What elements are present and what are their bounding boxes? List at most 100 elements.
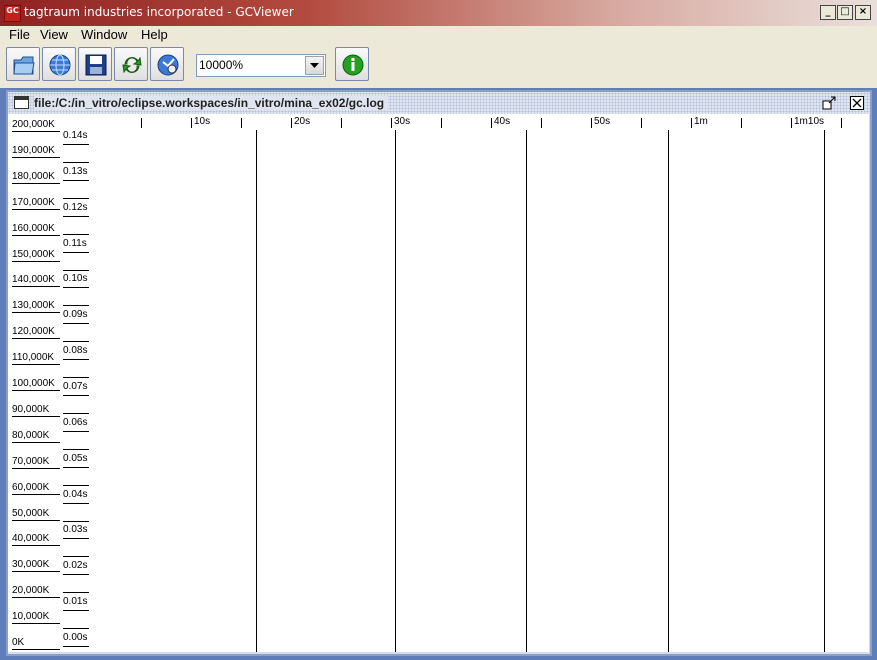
memory-tick	[12, 441, 60, 443]
pause-tick	[63, 610, 89, 612]
menu-window[interactable]: Window	[81, 27, 127, 42]
pause-tick	[63, 538, 89, 540]
internal-frame-title-bar[interactable]: file:/C:/in_vitro/eclipse.workspaces/in_…	[8, 92, 870, 114]
time-tick	[691, 118, 692, 128]
memory-tick-label: 60,000K	[12, 481, 50, 493]
chevron-down-icon	[310, 63, 319, 68]
menu-bar: File View Window Help	[0, 26, 877, 44]
pause-minor-tick	[63, 341, 89, 343]
watch-button[interactable]	[150, 47, 184, 81]
memory-tick	[12, 597, 60, 599]
gcviewer-app-icon[interactable]: GC	[4, 5, 21, 22]
memory-tick-label: 120,000K	[12, 326, 55, 338]
refresh-button[interactable]	[114, 47, 148, 81]
memory-tick-label: 140,000K	[12, 274, 55, 286]
info-icon	[342, 54, 364, 76]
zoom-dropdown-button[interactable]	[305, 56, 324, 75]
memory-axis: 200,000K 190,000K 180,000K 170,000K 160,000K…	[8, 114, 61, 652]
memory-tick-label: 130,000K	[12, 300, 55, 312]
menu-view[interactable]: View	[40, 27, 68, 42]
time-tick-label: 10s	[194, 116, 211, 127]
time-ruler: 10s 20s 30s 40s 50s 1m 1m10s	[91, 114, 869, 131]
pause-tick-label: 0.02s	[63, 560, 88, 572]
close-frame-icon[interactable]	[850, 96, 864, 110]
time-minor-tick	[141, 118, 142, 128]
pause-tick	[63, 251, 89, 253]
pause-minor-tick	[63, 197, 89, 199]
pause-tick-label: 0.00s	[63, 632, 88, 643]
memory-tick-label: 70,000K	[12, 455, 50, 467]
pause-tick	[63, 215, 89, 217]
time-tick-label: 50s	[594, 116, 611, 127]
restore-icon[interactable]	[822, 96, 836, 110]
close-icon: ×	[858, 6, 868, 17]
pause-tick-label: 0.03s	[63, 524, 88, 536]
time-tick	[391, 118, 392, 128]
pause-tick	[63, 430, 89, 432]
close-button[interactable]: ×	[855, 5, 871, 20]
memory-tick	[12, 312, 60, 314]
window-title: tagtraum industries incorporated - GCVie…	[24, 5, 294, 19]
save-button[interactable]	[78, 47, 112, 81]
memory-tick	[12, 571, 60, 573]
pause-tick-label: 0.07s	[63, 381, 88, 392]
memory-tick-label: 0K	[12, 637, 25, 648]
menu-file[interactable]: File	[9, 27, 30, 42]
time-tick	[291, 118, 292, 128]
full-gc-line	[668, 130, 669, 652]
pause-minor-tick	[63, 233, 89, 235]
pause-tick	[63, 323, 89, 325]
pause-tick	[63, 646, 89, 647]
pause-tick-label: 0.04s	[63, 488, 88, 500]
open-file-button[interactable]	[6, 47, 40, 81]
memory-tick	[12, 415, 60, 417]
menu-help[interactable]: Help	[141, 27, 168, 42]
time-tick-label: 40s	[494, 116, 511, 127]
zoom-value[interactable]: 10000%	[199, 58, 243, 72]
open-url-button[interactable]	[42, 47, 76, 81]
open-icon	[13, 56, 35, 75]
pause-minor-tick	[63, 377, 89, 379]
pause-tick	[63, 287, 89, 289]
pause-minor-tick	[63, 269, 89, 271]
gc-chart[interactable]: 200,000K 190,000K 180,000K 170,000K 160,000K…	[8, 114, 870, 652]
memory-tick	[12, 156, 60, 158]
plot-area[interactable]	[91, 130, 869, 652]
memory-tick-label: 80,000K	[12, 429, 50, 441]
memory-tick-label: 160,000K	[12, 222, 55, 234]
pause-tick-label: 0.05s	[63, 452, 88, 464]
document-icon	[14, 96, 29, 109]
memory-tick-label: 40,000K	[12, 533, 50, 545]
memory-tick	[12, 364, 60, 366]
memory-tick	[12, 234, 60, 236]
time-tick	[791, 118, 792, 128]
pause-minor-tick	[63, 448, 89, 450]
pause-minor-tick	[63, 556, 89, 558]
pause-tick-label: 0.12s	[63, 201, 88, 213]
title-bar: GC tagtraum industries incorporated - GC…	[0, 0, 877, 27]
memory-tick	[12, 131, 60, 132]
pause-tick-label: 0.11s	[63, 237, 87, 249]
desktop-pane: file:/C:/in_vitro/eclipse.workspaces/in_…	[0, 88, 877, 660]
zoom-combobox[interactable]: 10000%	[196, 54, 326, 77]
save-icon	[85, 54, 107, 76]
time-tick	[591, 118, 592, 128]
pause-tick-label: 0.10s	[63, 273, 88, 285]
maximize-button[interactable]: □	[837, 5, 853, 20]
memory-tick-label: 170,000K	[12, 196, 55, 208]
minimize-icon: _	[825, 6, 831, 17]
pause-axis: 0.14s 0.13s 0.12s 0.11s 0.10s 0.09s 0.08s 0.07s…	[61, 114, 91, 652]
time-tick	[191, 118, 192, 128]
minimize-button[interactable]: _	[820, 5, 836, 20]
full-gc-line	[395, 130, 396, 652]
memory-tick	[12, 390, 60, 391]
app-icon-text: GC	[6, 6, 19, 15]
full-gc-line	[526, 130, 527, 652]
memory-tick	[12, 260, 60, 262]
time-tick-label: 1m	[694, 116, 708, 127]
memory-tick-label: 10,000K	[12, 611, 50, 623]
refresh-icon	[122, 56, 142, 74]
info-button[interactable]	[335, 47, 369, 81]
pause-tick	[63, 359, 89, 361]
time-minor-tick	[241, 118, 242, 128]
